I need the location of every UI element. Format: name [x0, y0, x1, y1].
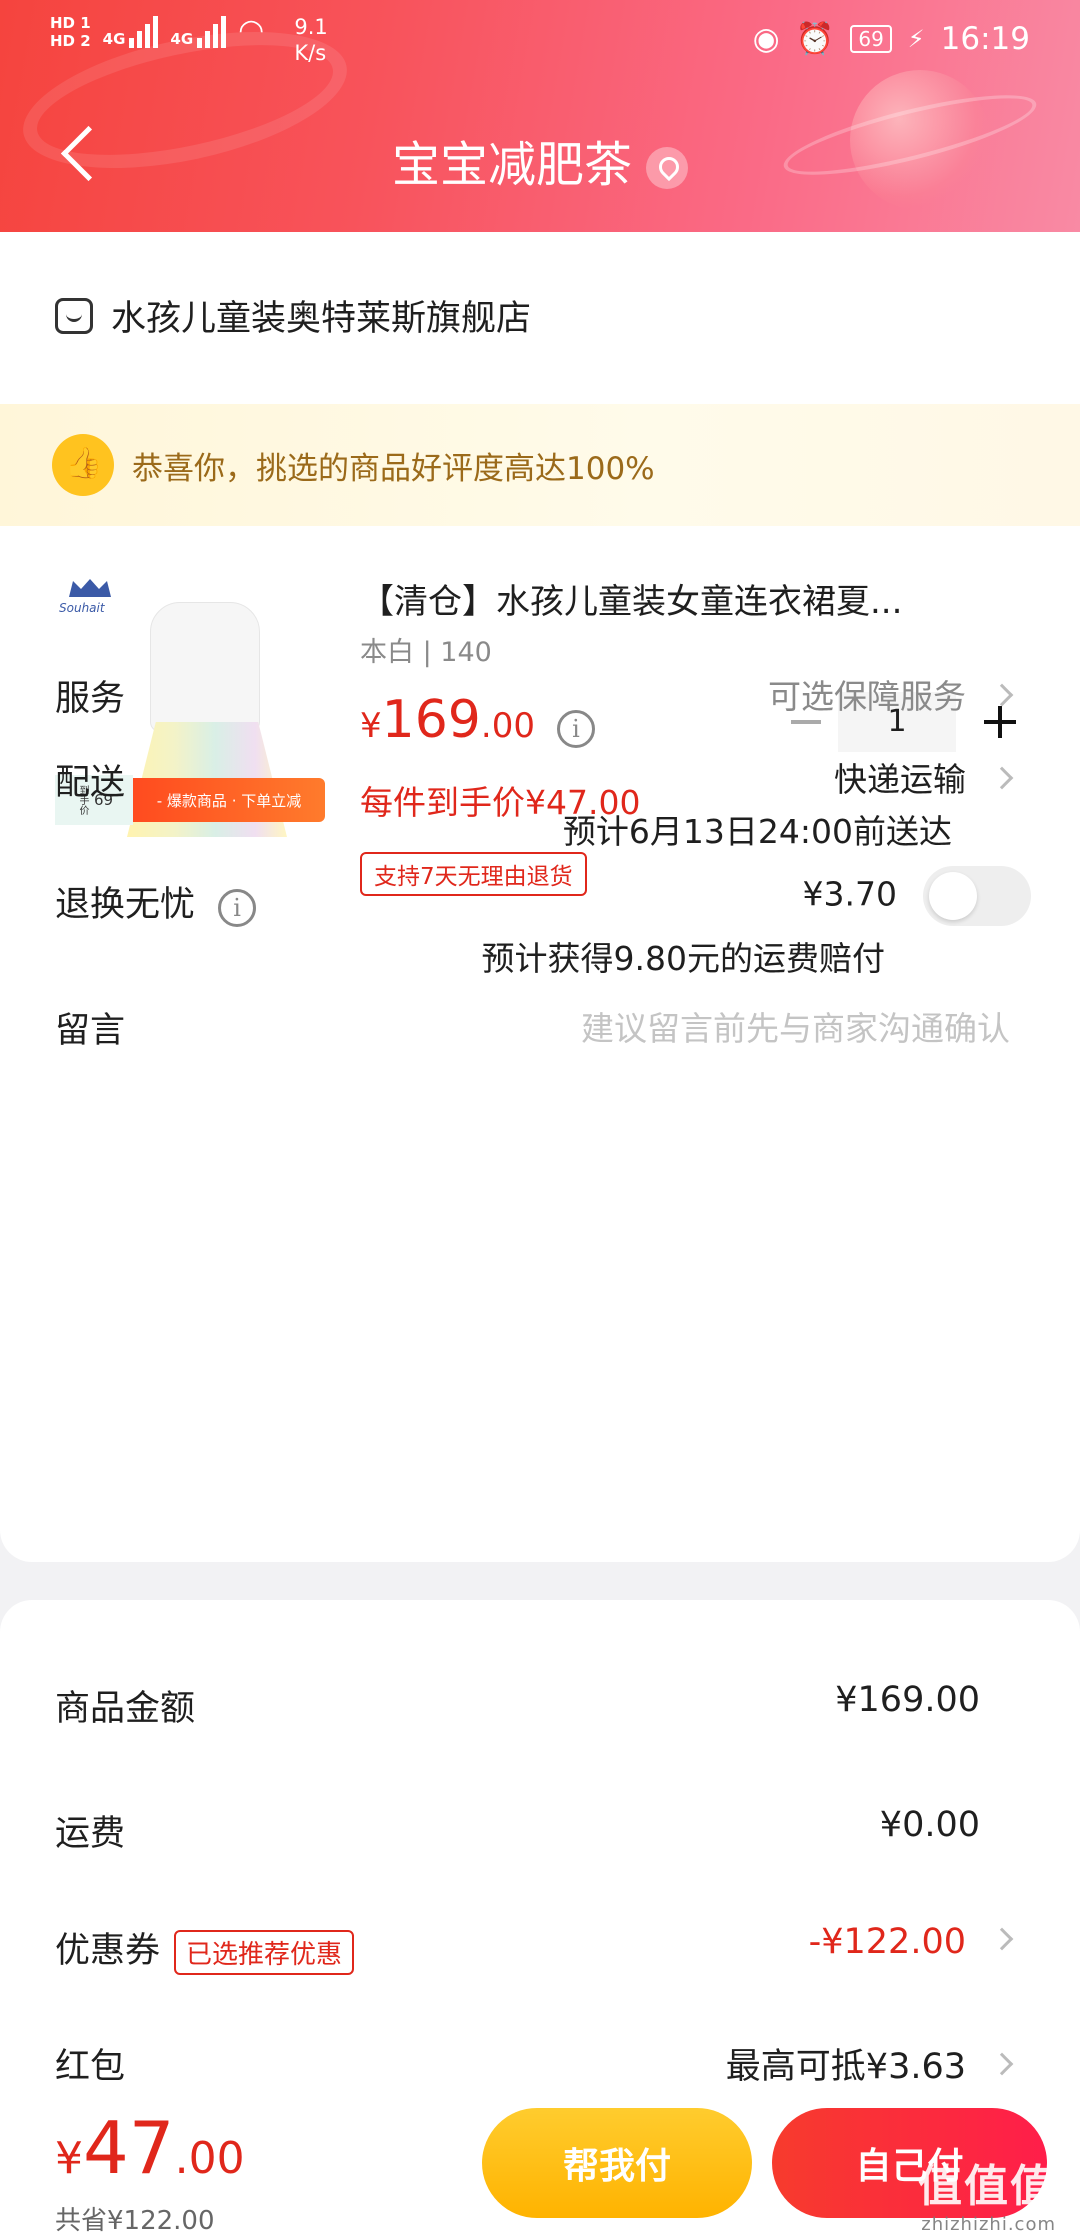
return-insurance-row: 退换无忧 i ¥3.70 预计获得9.80元的运费赔付	[55, 866, 1031, 978]
product-brand: Souhait	[59, 601, 105, 615]
network-type-2: 4G	[170, 30, 194, 48]
message-input[interactable]: 建议留言前先与商家沟通确认	[581, 1002, 1010, 1050]
clock: 16:19	[940, 20, 1030, 57]
service-value: 可选保障服务	[768, 677, 966, 716]
thumbs-up-icon	[52, 434, 114, 496]
sim-indicators: HD 1 HD 2	[50, 14, 91, 50]
coupon-row[interactable]: 优惠券 已选推荐优惠 -¥122.00	[55, 1922, 1025, 1975]
praise-banner: 恭喜你，挑选的商品好评度高达100%	[0, 404, 1080, 526]
hd2-label: HD 2	[50, 32, 91, 50]
delivery-value: 快递运输	[834, 760, 966, 799]
eye-icon: ◉	[752, 20, 780, 57]
header: HD 1 HD 2 4G 4G ◠ 9.1 K/s ◉ ⏰ 69 ⚡ 16:19	[0, 0, 1080, 232]
status-right: ◉ ⏰ 69 ⚡ 16:19	[752, 20, 1030, 58]
watermark: 值值值 zhizhizhi.com	[918, 2150, 1056, 2235]
network-2: 4G	[170, 14, 227, 48]
delivery-right: 快递运输 预计6月13日24:00前送达	[562, 754, 1014, 858]
signal-icon	[129, 14, 159, 48]
delivery-row[interactable]: 配送 快递运输 预计6月13日24:00前送达	[55, 754, 1025, 851]
chevron-right-icon	[990, 2052, 1014, 2076]
network-speed: 9.1 K/s	[294, 14, 327, 66]
chevron-right-icon	[990, 683, 1014, 706]
shop-icon	[55, 297, 93, 334]
return-price: ¥3.70	[802, 874, 897, 914]
total-integer: 47	[83, 2106, 175, 2190]
product-spec[interactable]: 本白 | 140	[360, 630, 492, 669]
shipping-label: 运费	[55, 1814, 126, 1854]
product-title[interactable]: 【清仓】水孩儿童装女童连衣裙夏...	[360, 574, 902, 623]
network-type-1: 4G	[102, 30, 126, 48]
return-insurance-toggle[interactable]	[923, 866, 1031, 926]
service-label: 服务	[55, 679, 126, 719]
red-packet-row[interactable]: 红包 最高可抵¥3.63	[55, 2038, 1025, 2089]
coupon-tag: 已选推荐优惠	[174, 1929, 355, 1975]
watermark-logo: 值值值	[918, 2161, 1056, 2212]
help-pay-button[interactable]: 帮我付	[482, 2108, 752, 2218]
praise-text: 恭喜你，挑选的商品好评度高达100%	[132, 450, 655, 487]
coupon-label: 优惠券	[55, 1931, 161, 1971]
hd1-label: HD 1	[50, 14, 91, 32]
total-currency: ¥	[55, 2133, 83, 2184]
status-left: HD 1 HD 2 4G 4G ◠ 9.1 K/s	[50, 14, 328, 66]
red-packet-right: 最高可抵¥3.63	[725, 2038, 1014, 2089]
total-saved: 共省¥122.00	[55, 2206, 215, 2236]
message-label: 留言	[55, 1011, 126, 1051]
speed-unit: K/s	[294, 41, 327, 65]
service-row[interactable]: 服务 可选保障服务	[55, 670, 1025, 721]
delivery-label: 配送	[55, 763, 126, 803]
shop-row[interactable]: 水孩儿童装奥特莱斯旗舰店	[55, 290, 531, 341]
page-title-wrap: 宝宝减肥茶	[0, 125, 1080, 195]
service-right: 可选保障服务	[768, 670, 1014, 718]
signal-icon	[197, 14, 227, 48]
total-decimal: .00	[174, 2133, 245, 2184]
total-price: ¥ 47 .00	[55, 2112, 245, 2184]
shipping-row: 运费 ¥0.00	[55, 1805, 980, 1856]
return-note: 预计获得9.80元的运费赔付	[481, 939, 885, 978]
brand-crown-icon	[69, 579, 111, 597]
chevron-right-icon	[990, 1927, 1014, 1951]
message-placeholder: 建议留言前先与商家沟通确认	[581, 1009, 1010, 1048]
status-bar: HD 1 HD 2 4G 4G ◠ 9.1 K/s ◉ ⏰ 69 ⚡ 16:19	[0, 0, 1080, 80]
goods-amount-label: 商品金额	[55, 1689, 196, 1729]
wifi-icon: ◠	[238, 13, 265, 48]
red-packet-label: 红包	[55, 2047, 126, 2087]
goods-amount-value: ¥169.00	[835, 1680, 980, 1720]
battery-level: 69	[850, 24, 892, 53]
red-packet-value: 最高可抵¥3.63	[725, 2047, 966, 2087]
shop-name: 水孩儿童装奥特莱斯旗舰店	[111, 299, 532, 339]
location-pin-icon[interactable]	[646, 147, 688, 189]
page-title: 宝宝减肥茶	[391, 137, 632, 193]
return-right: ¥3.70	[803, 866, 1031, 926]
coupon-right: -¥122.00	[808, 1922, 1014, 1962]
watermark-url: zhizhizhi.com	[921, 2214, 1056, 2235]
speed-value: 9.1	[294, 15, 328, 39]
return-label: 退换无忧	[55, 885, 196, 925]
coupon-value: -¥122.00	[808, 1922, 966, 1962]
goods-amount-row: 商品金额 ¥169.00	[55, 1680, 980, 1731]
shipping-value: ¥0.00	[879, 1805, 980, 1845]
order-card: 水孩儿童装奥特莱斯旗舰店 恭喜你，挑选的商品好评度高达100% Souhait …	[0, 232, 1080, 1562]
info-icon[interactable]: i	[218, 888, 257, 927]
chevron-right-icon	[990, 766, 1014, 789]
delivery-eta: 预计6月13日24:00前送达	[562, 812, 952, 851]
charging-icon: ⚡	[907, 24, 925, 53]
message-row[interactable]: 留言 建议留言前先与商家沟通确认	[55, 1002, 1025, 1053]
alarm-icon: ⏰	[795, 21, 835, 57]
network-1: 4G	[103, 14, 159, 48]
